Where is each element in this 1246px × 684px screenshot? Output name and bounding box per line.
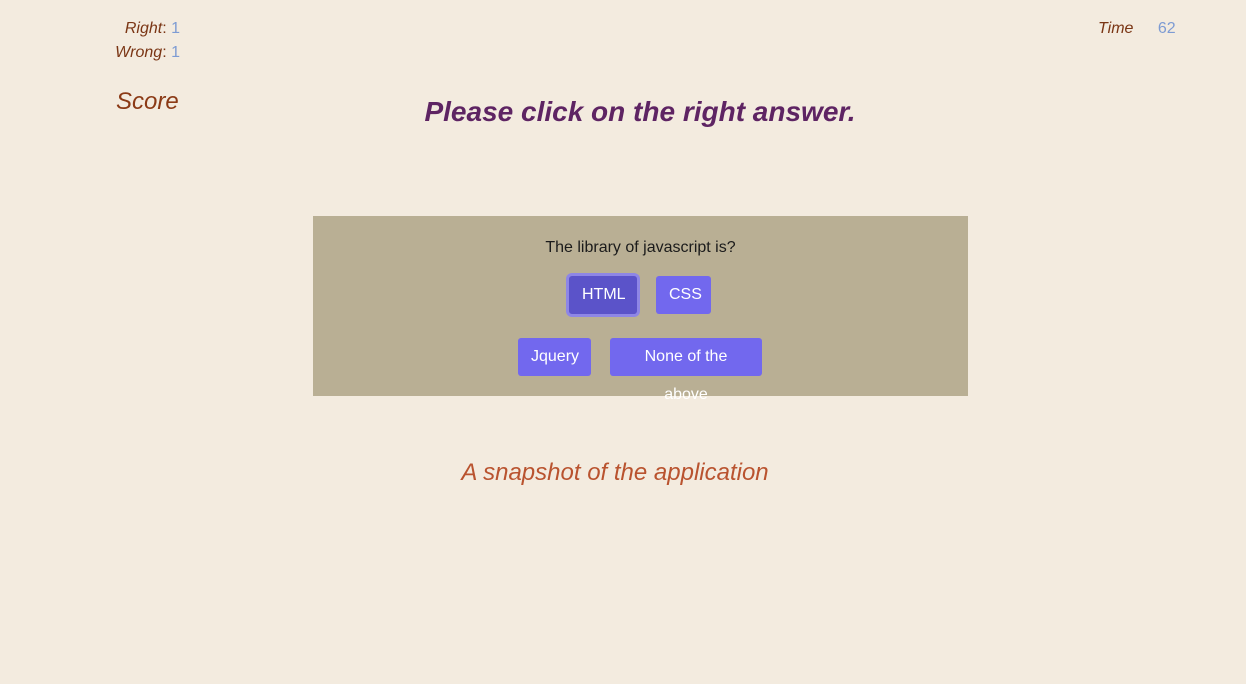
answer-button-none-of-the-above[interactable]: None of the above: [610, 338, 762, 403]
right-count-row: Right: 1: [0, 17, 180, 41]
time-label: Time: [1098, 20, 1134, 37]
timer: Time 62: [1098, 17, 1176, 41]
quiz-card: The library of javascript is? HTML CSS J…: [313, 216, 968, 403]
instruction-heading: Please click on the right answer.: [424, 96, 856, 127]
time-value: 62: [1157, 20, 1176, 37]
answer-button-html[interactable]: HTML: [569, 276, 637, 314]
right-label: Right: [124, 20, 163, 37]
answer-button-jquery[interactable]: Jquery: [518, 338, 591, 376]
score-stats: Right: 1 Wrong: 1: [0, 17, 180, 65]
caption-text: A snapshot of the application: [461, 459, 769, 486]
wrong-colon: :: [162, 44, 167, 61]
answer-button-css[interactable]: CSS: [656, 276, 711, 314]
right-colon: :: [162, 20, 167, 37]
wrong-count-row: Wrong: 1: [0, 41, 180, 65]
question-text: The library of javascript is?: [545, 239, 736, 256]
wrong-label: Wrong: [115, 44, 163, 61]
wrong-count: 1: [171, 44, 180, 61]
right-count: 1: [171, 20, 180, 37]
